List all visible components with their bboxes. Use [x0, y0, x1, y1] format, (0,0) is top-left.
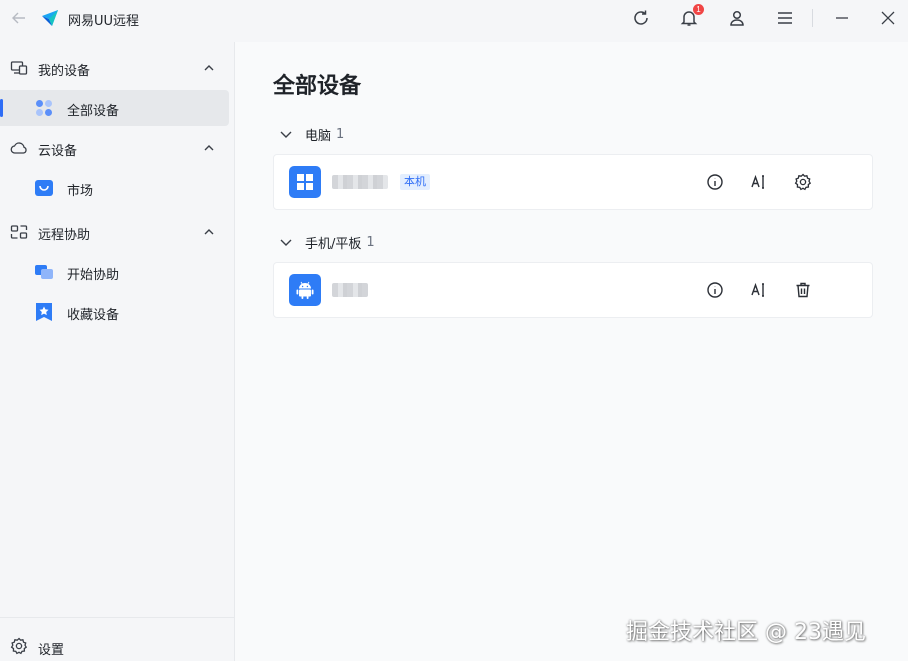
device-rename-button[interactable] — [749, 280, 769, 300]
gear-icon — [794, 173, 812, 191]
chevron-down-icon — [280, 131, 292, 138]
sidebar-item-start-assist[interactable]: 开始协助 — [0, 254, 229, 290]
shopping-bag-icon — [35, 180, 53, 196]
uu-remote-logo — [42, 10, 58, 26]
device-card-pc[interactable]: ▒▒▒▒▒▒▒ 本机 — [273, 154, 873, 210]
device-card-android[interactable]: ▒▒▒▒ — [273, 262, 873, 318]
device-name: ▒▒▒▒▒▒▒ — [332, 175, 388, 189]
main-content: 全部设备 电脑 1 ▒▒▒▒▒▒▒ 本机 手机/平板 1 — [235, 42, 908, 661]
device-info-button[interactable] — [705, 172, 725, 192]
grid-dots-icon — [36, 100, 52, 116]
section-my-devices[interactable]: 我的设备 — [0, 50, 234, 86]
chevron-down-icon — [280, 239, 292, 246]
refresh-button[interactable] — [630, 7, 652, 29]
minimize-button[interactable] — [831, 7, 853, 29]
section-label: 远程协助 — [38, 228, 91, 243]
sidebar: 我的设备 全部设备 云设备 市场 远程协助 开始协助 收藏设备 — [0, 42, 234, 661]
sidebar-item-market[interactable]: 市场 — [0, 170, 229, 206]
active-indicator — [0, 99, 3, 117]
close-button[interactable] — [877, 7, 899, 29]
section-label: 我的设备 — [38, 64, 91, 79]
close-icon — [881, 11, 895, 25]
chevron-up-icon — [204, 229, 214, 235]
sidebar-divider — [0, 617, 234, 618]
refresh-icon — [634, 10, 648, 25]
settings-label: 设置 — [38, 643, 65, 658]
screen-share-icon — [35, 265, 53, 279]
user-icon — [730, 10, 744, 26]
arrow-left-icon — [12, 12, 25, 24]
cloud-icon — [10, 142, 27, 154]
device-delete-button[interactable] — [793, 280, 813, 300]
devices-icon — [10, 61, 28, 75]
bookmark-star-icon — [36, 303, 52, 321]
chevron-up-icon — [204, 145, 214, 151]
sidebar-item-label: 全部设备 — [67, 104, 120, 119]
notification-button[interactable]: 1 — [678, 4, 704, 29]
sidebar-item-label: 市场 — [67, 184, 94, 199]
settings-button[interactable]: 设置 — [0, 629, 234, 661]
section-remote-assist[interactable]: 远程协助 — [0, 214, 234, 250]
group-label: 电脑 — [305, 128, 332, 144]
info-icon — [707, 174, 723, 190]
group-header-pc[interactable]: 电脑 1 — [279, 123, 344, 145]
title-bar: 网易UU远程 1 — [0, 0, 908, 36]
page-title: 全部设备 — [273, 74, 362, 99]
rename-icon — [751, 174, 764, 189]
section-label: 云设备 — [38, 144, 78, 159]
device-info-button[interactable] — [705, 280, 725, 300]
back-button[interactable] — [8, 7, 30, 29]
windows-icon — [289, 166, 321, 198]
app-title: 网易UU远程 — [68, 14, 140, 29]
titlebar-divider — [812, 9, 813, 27]
device-rename-button[interactable] — [749, 172, 769, 192]
rename-icon — [751, 282, 764, 297]
group-header-mobile[interactable]: 手机/平板 1 — [279, 231, 375, 253]
trash-icon — [796, 282, 810, 298]
chevron-up-icon — [204, 65, 214, 71]
remote-assist-icon — [10, 225, 28, 239]
info-icon — [707, 282, 723, 298]
menu-button[interactable] — [774, 7, 796, 29]
sidebar-item-label: 收藏设备 — [67, 308, 120, 323]
sidebar-item-all-devices[interactable]: 全部设备 — [0, 90, 229, 126]
local-device-badge: 本机 — [400, 174, 430, 190]
android-icon — [289, 274, 321, 306]
sidebar-item-favorites[interactable]: 收藏设备 — [0, 294, 229, 330]
section-cloud-devices[interactable]: 云设备 — [0, 130, 234, 166]
account-button[interactable] — [726, 7, 748, 29]
device-settings-button[interactable] — [793, 172, 813, 192]
hamburger-menu-icon — [778, 12, 792, 24]
minimize-icon — [836, 17, 848, 19]
device-name: ▒▒▒▒ — [332, 283, 368, 297]
group-count: 1 — [366, 234, 375, 250]
group-count: 1 — [336, 126, 345, 142]
watermark: 掘金技术社区 @ 23遇见 — [626, 620, 866, 645]
gear-icon — [10, 637, 28, 655]
group-label: 手机/平板 — [305, 236, 362, 252]
notification-badge: 1 — [693, 4, 704, 15]
sidebar-item-label: 开始协助 — [67, 268, 120, 283]
